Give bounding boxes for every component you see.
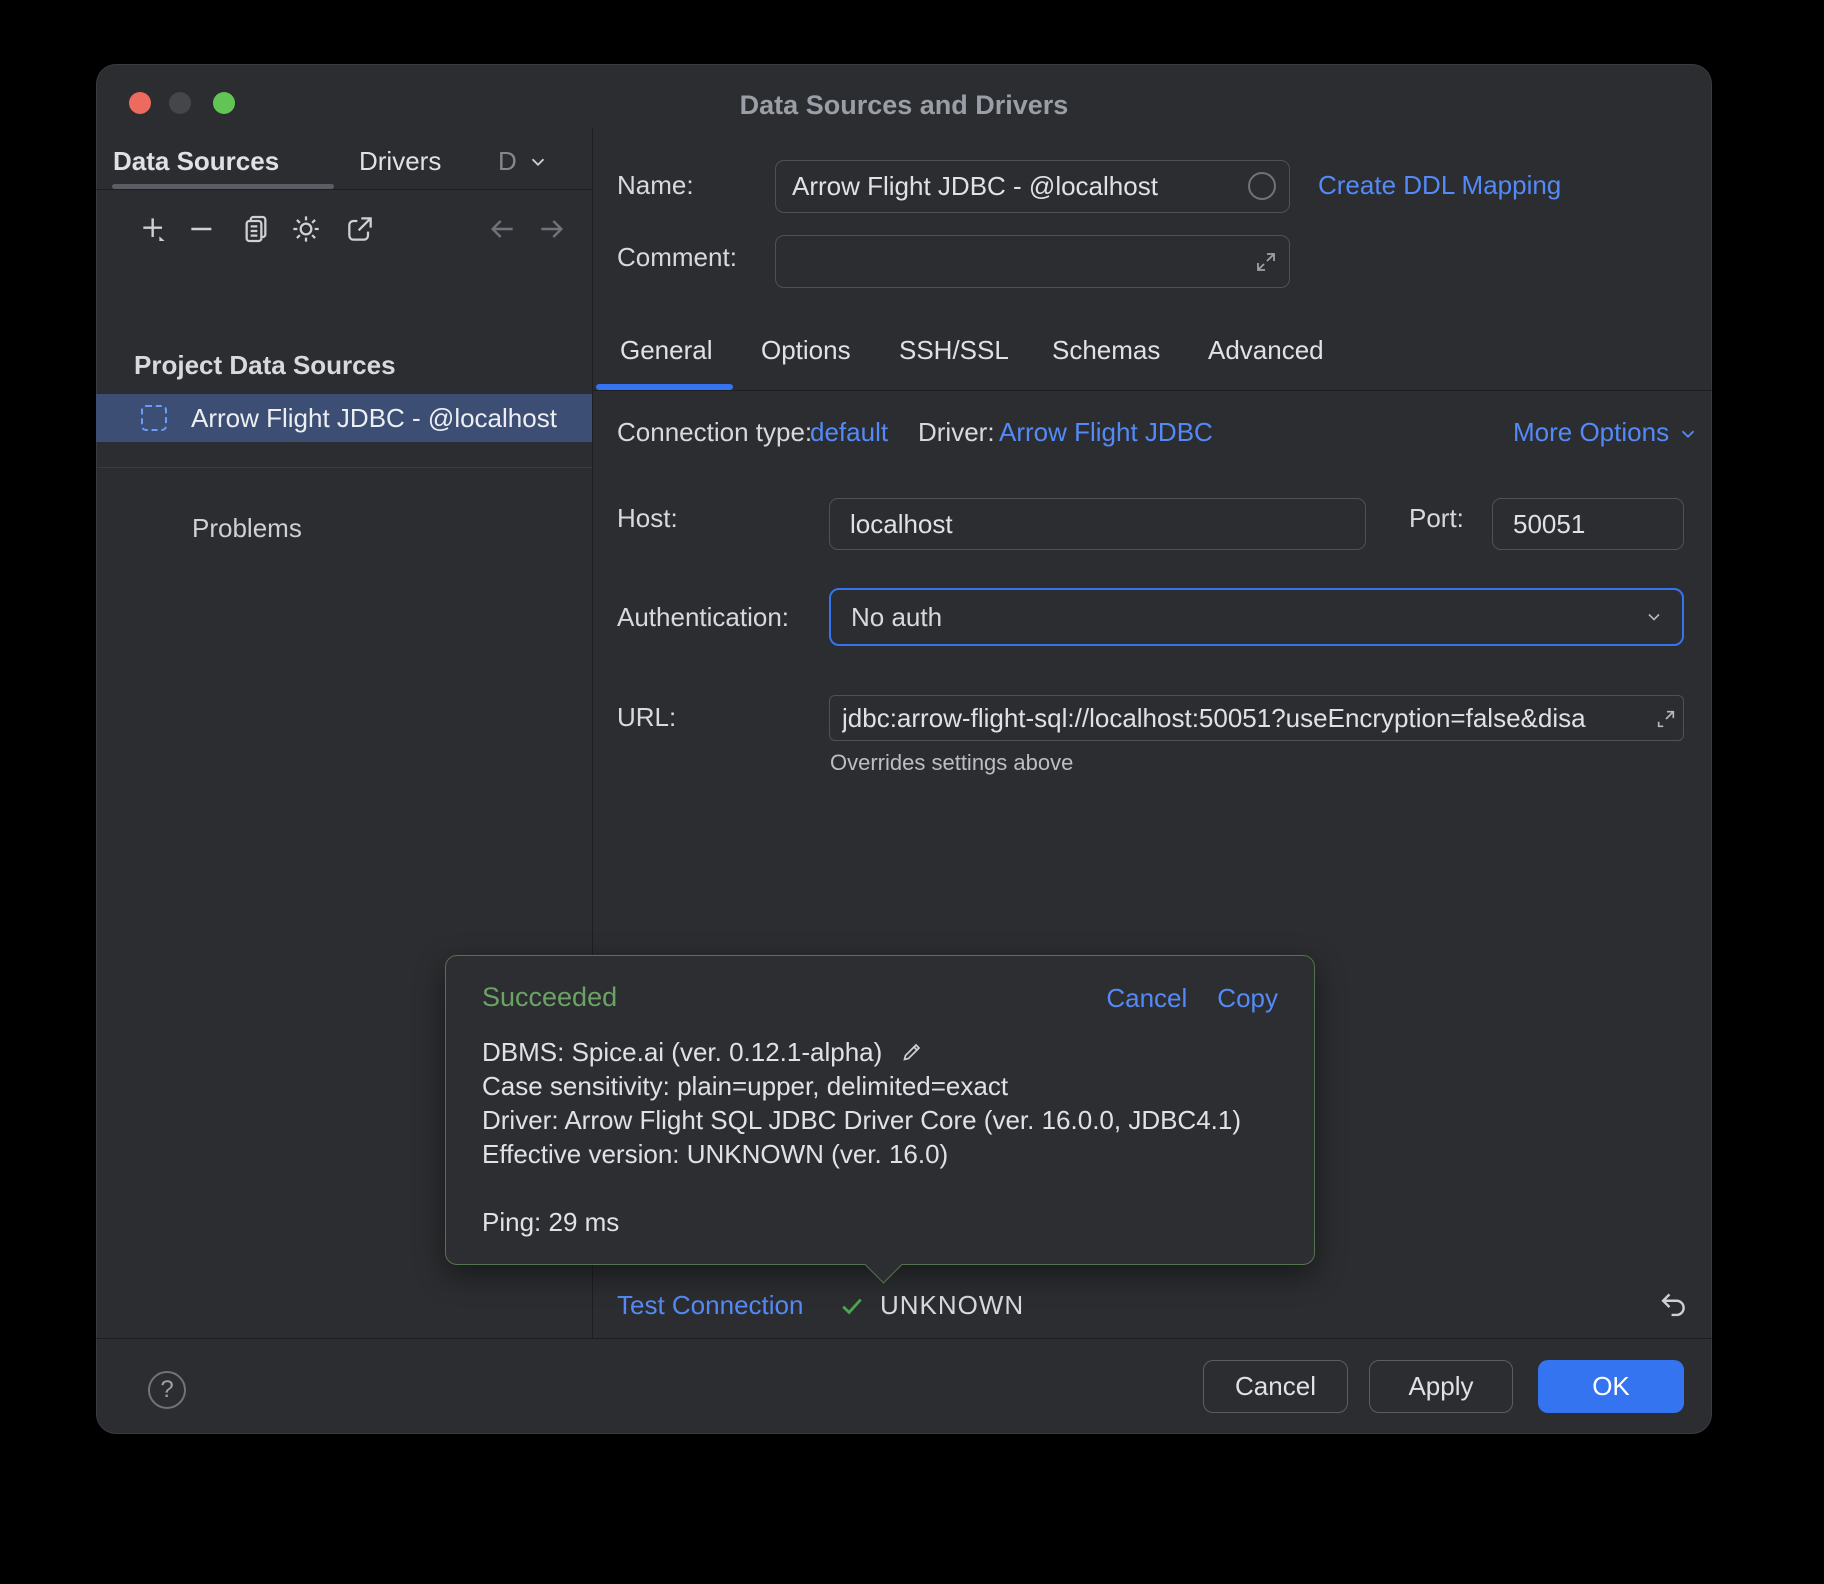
chevron-down-icon [1677, 423, 1699, 445]
url-field[interactable] [829, 695, 1684, 741]
tabs-divider [593, 390, 1712, 391]
open-in-new-icon [344, 213, 376, 245]
add-icon [138, 213, 170, 245]
duplicate-button[interactable] [238, 211, 274, 247]
undo-button[interactable] [1654, 1286, 1692, 1324]
add-button[interactable] [136, 211, 172, 247]
gear-icon [290, 213, 322, 245]
tab-ddl-truncated[interactable]: D [498, 146, 517, 176]
port-input[interactable] [1493, 499, 1683, 549]
url-label: URL: [617, 702, 676, 732]
create-ddl-mapping-link[interactable]: Create DDL Mapping [1318, 170, 1561, 200]
tab-options[interactable]: Options [761, 335, 851, 365]
name-field[interactable] [775, 160, 1290, 213]
port-label: Port: [1409, 503, 1464, 533]
datasource-list-item[interactable]: Arrow Flight JDBC - @localhost [96, 394, 592, 442]
tab-general[interactable]: General [620, 335, 713, 365]
popup-copy-link[interactable]: Copy [1217, 983, 1278, 1013]
popup-body: DBMS: Spice.ai (ver. 0.12.1-alpha) Case … [482, 1035, 1278, 1239]
check-icon [838, 1292, 866, 1320]
popup-cancel-link[interactable]: Cancel [1106, 983, 1187, 1013]
name-input[interactable] [776, 161, 1289, 212]
authentication-value: No auth [851, 602, 942, 632]
pencil-icon[interactable] [900, 1040, 924, 1064]
popup-line-case: Case sensitivity: plain=upper, delimited… [482, 1069, 1278, 1103]
help-icon[interactable]: ? [148, 1371, 186, 1409]
cancel-button[interactable]: Cancel [1203, 1360, 1348, 1413]
data-sources-dialog: Data Sources and Drivers Data Sources Dr… [96, 64, 1712, 1434]
back-arrow-icon [486, 213, 518, 245]
chevron-down-icon [1644, 607, 1664, 627]
tab-schemas[interactable]: Schemas [1052, 335, 1160, 365]
progress-ring-icon [1248, 172, 1276, 200]
popup-line-driver: Driver: Arrow Flight SQL JDBC Driver Cor… [482, 1103, 1278, 1137]
datasource-item-label: Arrow Flight JDBC - @localhost [191, 403, 557, 433]
window-title: Data Sources and Drivers [96, 90, 1712, 121]
driver-value-link[interactable]: Arrow Flight JDBC [999, 417, 1213, 447]
connection-type-value[interactable]: default [810, 417, 888, 447]
undo-icon [1656, 1288, 1690, 1322]
footer: ? Cancel Apply OK [96, 1339, 1712, 1434]
tab-ssh-ssl[interactable]: SSH/SSL [899, 335, 1009, 365]
host-input[interactable] [830, 499, 1365, 549]
sidebar-tab-strip: Data Sources Drivers D [96, 128, 592, 190]
duplicate-icon [240, 213, 272, 245]
authentication-select[interactable]: No auth [829, 588, 1684, 646]
page-background: { "window": { "title": "Data Sources and… [0, 0, 1824, 1584]
sidebar-toolbar [96, 203, 592, 263]
comment-field[interactable] [775, 235, 1290, 288]
popup-line-dbms: DBMS: Spice.ai (ver. 0.12.1-alpha) [482, 1035, 1278, 1069]
test-status: UNKNOWN [880, 1290, 1024, 1320]
driver-label: Driver: [918, 417, 995, 447]
url-input[interactable] [830, 696, 1683, 740]
sidebar-item-problems[interactable]: Problems [192, 513, 302, 543]
apply-button[interactable]: Apply [1369, 1360, 1513, 1413]
forward-arrow-icon [536, 213, 568, 245]
open-in-new-button[interactable] [342, 211, 378, 247]
expand-icon[interactable] [1253, 249, 1279, 275]
host-label: Host: [617, 503, 678, 533]
popup-status: Succeeded [482, 982, 1106, 1013]
url-hint: Overrides settings above [830, 750, 1073, 776]
popup-notch [864, 1245, 902, 1283]
comment-input[interactable] [776, 236, 1289, 287]
test-connection-popup: Succeeded Cancel Copy DBMS: Spice.ai (ve… [445, 955, 1315, 1265]
expand-icon[interactable] [1653, 706, 1679, 732]
more-options-label: More Options [1513, 417, 1669, 447]
tab-advanced[interactable]: Advanced [1208, 335, 1324, 365]
test-connection-link[interactable]: Test Connection [617, 1290, 803, 1320]
section-header: Project Data Sources [134, 350, 396, 380]
popup-header: Succeeded Cancel Copy [482, 982, 1278, 1013]
more-options-button[interactable]: More Options [1513, 417, 1699, 447]
tab-drivers[interactable]: Drivers [359, 146, 441, 176]
popup-line-version: Effective version: UNKNOWN (ver. 16.0) [482, 1137, 1278, 1171]
authentication-label: Authentication: [617, 602, 789, 632]
tab-data-sources[interactable]: Data Sources [113, 146, 279, 176]
sidebar-section-divider [96, 467, 592, 468]
titlebar: Data Sources and Drivers [96, 64, 1712, 128]
forward-button[interactable] [534, 211, 570, 247]
port-field[interactable] [1492, 498, 1684, 550]
comment-label: Comment: [617, 242, 737, 272]
connection-type-label: Connection type: [617, 417, 812, 447]
chevron-down-icon[interactable] [526, 150, 550, 174]
popup-line-dbms-text: DBMS: Spice.ai (ver. 0.12.1-alpha) [482, 1037, 882, 1067]
remove-button[interactable] [184, 211, 220, 247]
settings-button[interactable] [288, 211, 324, 247]
host-field[interactable] [829, 498, 1366, 550]
back-button[interactable] [484, 211, 520, 247]
popup-line-ping: Ping: 29 ms [482, 1205, 1278, 1239]
remove-icon [186, 213, 218, 245]
tab-strip-divider [96, 189, 592, 190]
datasource-icon [141, 405, 167, 431]
ok-button[interactable]: OK [1538, 1360, 1684, 1413]
name-label: Name: [617, 170, 694, 200]
